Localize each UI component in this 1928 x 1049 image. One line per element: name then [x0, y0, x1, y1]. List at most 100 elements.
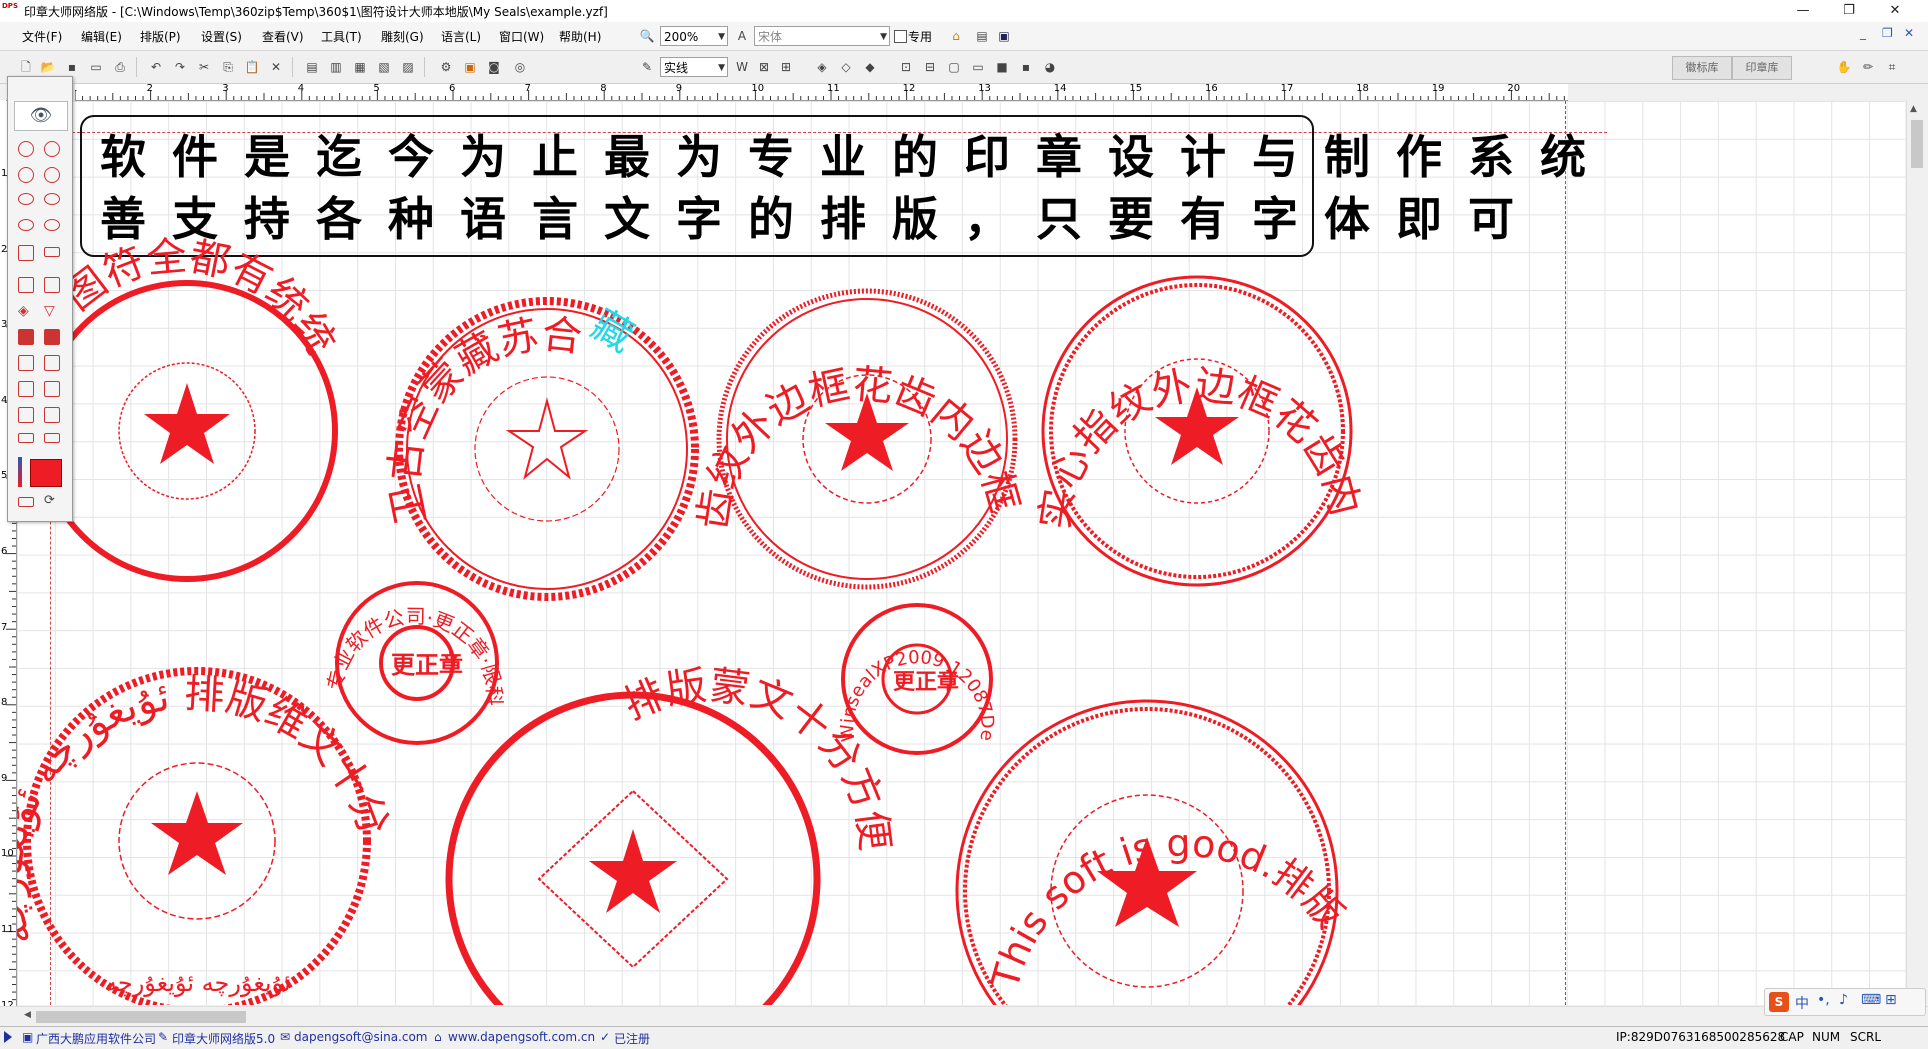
- save-icon[interactable]: ▪: [62, 57, 82, 77]
- font-icon[interactable]: A: [732, 26, 752, 46]
- home-icon[interactable]: ⌂: [946, 26, 966, 46]
- menu-layout[interactable]: 排版(P): [140, 28, 181, 45]
- mdi-close-button[interactable]: ✕: [1904, 26, 1914, 40]
- tab-seal-library[interactable]: 印章库: [1732, 56, 1792, 80]
- seal-strip-2-icon[interactable]: [44, 433, 60, 443]
- seal-5[interactable]: 专业软件公司·更正章·限科 更正章: [323, 581, 506, 745]
- seal-frame-5-icon[interactable]: [18, 407, 34, 423]
- seal-3[interactable]: 齿纹外边框花齿内边框: [690, 288, 1027, 590]
- maximize-button[interactable]: ❐: [1826, 0, 1872, 22]
- book-icon[interactable]: ▤: [972, 26, 992, 46]
- undo-icon[interactable]: ↶: [146, 57, 166, 77]
- ime-language[interactable]: 中: [1795, 993, 1809, 1013]
- seal-block-icon[interactable]: [18, 329, 34, 345]
- refresh-icon[interactable]: ⟳: [44, 493, 55, 508]
- seal-ellipse-4-icon[interactable]: [44, 219, 60, 231]
- zoom-select[interactable]: 200% ▼: [660, 26, 728, 46]
- ime-menu-icon[interactable]: ⊞: [1885, 992, 1897, 1008]
- flip-icon[interactable]: ◆: [860, 57, 880, 77]
- seal-ellipse-3-icon[interactable]: [18, 219, 34, 231]
- menu-view[interactable]: 查看(V): [262, 28, 304, 45]
- align-right-icon[interactable]: ▦: [350, 57, 370, 77]
- menu-tools[interactable]: 工具(T): [321, 28, 362, 45]
- ungroup-icon[interactable]: ⊟: [920, 57, 940, 77]
- font-select[interactable]: 宋体 ▼: [754, 26, 890, 46]
- status-website[interactable]: www.dapengsoft.com.cn: [448, 1030, 595, 1044]
- status-product[interactable]: 印章大师网络版5.0: [172, 1030, 275, 1047]
- exclusive-checkbox[interactable]: [894, 30, 907, 43]
- menu-file[interactable]: 文件(F): [22, 28, 62, 45]
- properties-icon[interactable]: ⚙: [436, 57, 456, 77]
- open-icon[interactable]: 📂: [38, 57, 58, 77]
- new-icon[interactable]: 🗋: [16, 57, 36, 77]
- mdi-maximize-button[interactable]: ❐: [1882, 26, 1893, 40]
- color-gradient-icon[interactable]: [18, 457, 22, 487]
- image-icon[interactable]: ▣: [460, 57, 480, 77]
- pie-icon[interactable]: ◕: [1040, 57, 1060, 77]
- rotate-right-icon[interactable]: ◇: [836, 57, 856, 77]
- rotate-left-icon[interactable]: ◈: [812, 57, 832, 77]
- print-preview-icon[interactable]: ▭: [86, 57, 106, 77]
- horizontal-ruler[interactable]: 1234567891011121314151617181920212223242…: [75, 84, 1568, 101]
- seal-8[interactable]: 排版蒙文十分方便: [445, 663, 898, 1005]
- seal-block-2-icon[interactable]: [44, 329, 60, 345]
- group-icon[interactable]: ⊡: [896, 57, 916, 77]
- camera-icon[interactable]: ◙: [484, 57, 504, 77]
- grid-icon[interactable]: ⊞: [776, 57, 796, 77]
- menu-settings[interactable]: 设置(S): [201, 28, 242, 45]
- seal-2[interactable]: 卫古空蒙藏苏合 藏: [382, 297, 699, 601]
- ime-mic-icon[interactable]: ♪: [1839, 992, 1848, 1008]
- status-email[interactable]: dapengsoft@sina.com: [294, 1030, 428, 1044]
- align-left-icon[interactable]: ▤: [302, 57, 322, 77]
- seal-oval-2-icon[interactable]: [44, 167, 60, 183]
- mdi-minimize-button[interactable]: _: [1860, 26, 1866, 40]
- seal-9[interactable]: This soft is good.排版藏文英文中文: [17, 101, 1352, 1005]
- eye-icon[interactable]: 👁: [14, 101, 68, 131]
- delete-icon[interactable]: ✕: [266, 57, 286, 77]
- mirror-icon[interactable]: ⊠: [754, 57, 774, 77]
- crop-icon[interactable]: ⌗: [1882, 57, 1902, 77]
- scroll-up-icon[interactable]: ▲: [1910, 104, 1917, 114]
- menu-language[interactable]: 语言(L): [441, 28, 481, 45]
- design-canvas[interactable]: 软件是迄今为止最为专业的印章设计与制作系统 善支持各种语言文字的排版，只要有字体…: [17, 101, 1905, 1005]
- seal-frame-6-icon[interactable]: [44, 407, 60, 423]
- ime-punct-icon[interactable]: •,: [1817, 992, 1830, 1008]
- seal-circle-icon[interactable]: [44, 141, 60, 157]
- keyboard-icon[interactable]: [18, 497, 34, 507]
- monitor-icon[interactable]: ▣: [994, 26, 1014, 46]
- print-icon[interactable]: ⎙: [110, 57, 130, 77]
- ime-keyboard-icon[interactable]: ⌨: [1861, 992, 1881, 1008]
- floating-toolbox[interactable]: 👁 ◈ ▽ ⟳: [7, 76, 73, 522]
- seal-frame-icon[interactable]: [18, 355, 34, 371]
- menu-help[interactable]: 帮助(H): [559, 28, 601, 45]
- cut-icon[interactable]: ✂: [194, 57, 214, 77]
- lock-icon[interactable]: ▪: [1016, 57, 1036, 77]
- seal-ellipse-icon[interactable]: [18, 193, 34, 205]
- scan-icon[interactable]: ◎: [510, 57, 530, 77]
- scroll-thumb[interactable]: [1911, 120, 1923, 168]
- seal-diamond-icon[interactable]: ◈: [18, 303, 29, 319]
- paste-icon[interactable]: 📋: [242, 57, 262, 77]
- ime-toolbar[interactable]: S 中 •, ♪ ⌨ ⊞: [1764, 988, 1926, 1016]
- seal-oval-icon[interactable]: [18, 167, 34, 183]
- color-swatch[interactable]: [30, 459, 62, 487]
- menu-edit[interactable]: 编辑(E): [81, 28, 122, 45]
- menu-window[interactable]: 窗口(W): [499, 28, 544, 45]
- line-style-select[interactable]: 实线 ▼: [660, 57, 728, 77]
- seal-frame-2-icon[interactable]: [44, 355, 60, 371]
- zoom-icon[interactable]: 🔍: [637, 26, 657, 46]
- close-button[interactable]: ✕: [1872, 0, 1918, 22]
- minimize-button[interactable]: —: [1780, 0, 1826, 22]
- seal-grid-icon[interactable]: [18, 245, 34, 261]
- width-icon[interactable]: W: [732, 57, 752, 77]
- seal-ellipse-2-icon[interactable]: [44, 193, 60, 205]
- front-icon[interactable]: ▢: [944, 57, 964, 77]
- status-company[interactable]: 广西大鹏应用软件公司: [36, 1030, 156, 1047]
- back-icon[interactable]: ▭: [968, 57, 988, 77]
- redo-icon[interactable]: ↷: [170, 57, 190, 77]
- align-bottom-icon[interactable]: ▨: [398, 57, 418, 77]
- pencil-icon[interactable]: ✏: [1858, 57, 1878, 77]
- seal-square-2-icon[interactable]: [44, 277, 60, 293]
- seal-square-icon[interactable]: [18, 277, 34, 293]
- seal-bar-icon[interactable]: [44, 247, 60, 257]
